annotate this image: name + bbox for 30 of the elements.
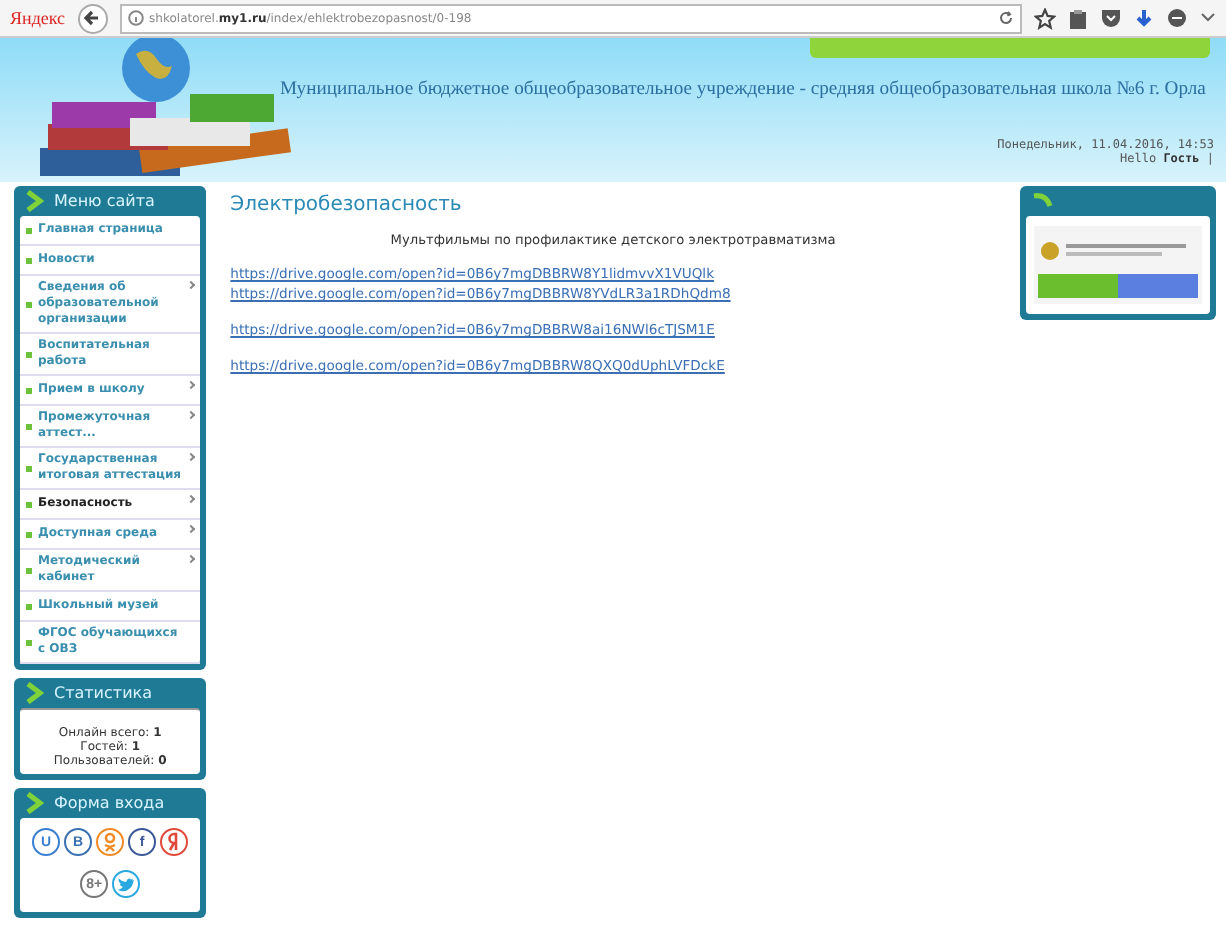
chevron-icon [26, 682, 44, 704]
submenu-icon [187, 452, 196, 462]
submenu-icon [187, 524, 196, 534]
back-button[interactable] [77, 3, 108, 33]
chevron-icon [26, 190, 44, 212]
social-login-button[interactable] [112, 870, 141, 898]
social-login-button[interactable] [160, 828, 189, 856]
browser-brand: Яндекс [10, 8, 66, 28]
submenu-icon [187, 280, 196, 290]
info-icon [127, 10, 144, 26]
chevron-icon [26, 792, 44, 814]
submenu-icon [187, 554, 196, 564]
person-icon [102, 832, 119, 852]
download-icon[interactable] [1134, 7, 1154, 29]
panel-title: Меню сайта [54, 192, 155, 210]
back-icon [82, 8, 103, 28]
submenu-icon [187, 494, 196, 504]
submenu-icon [187, 410, 196, 420]
caret-icon[interactable] [1200, 12, 1216, 24]
panel-title: Статистика [54, 684, 152, 702]
pocket-icon[interactable] [1100, 8, 1122, 28]
panel-title: Форма входа [54, 794, 165, 812]
letter-icon [166, 832, 183, 852]
site-title: Муниципальное бюджетное общеобразовательное учреждение - средняя общеобразовательная школа №6 г. Орла [280, 78, 1206, 100]
bird-icon [116, 875, 137, 893]
star-icon[interactable] [1034, 7, 1056, 29]
submenu-icon [187, 380, 196, 390]
page-title: Электробезопасность [230, 194, 464, 216]
clipboard-icon[interactable] [1068, 7, 1088, 29]
reload-icon[interactable] [998, 10, 1014, 26]
